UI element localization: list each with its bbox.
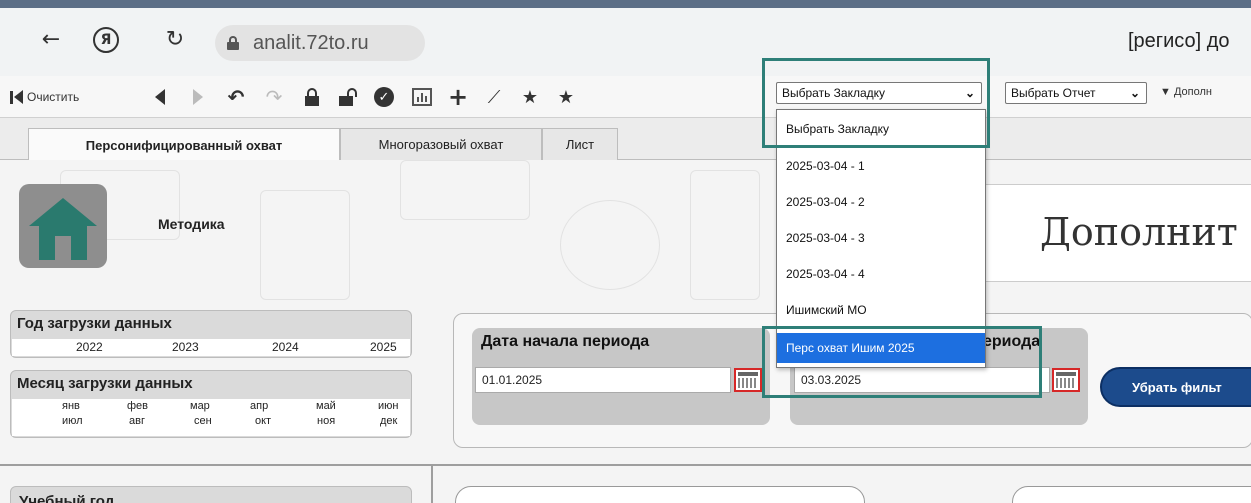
month-item[interactable]: авг	[129, 415, 145, 427]
address-bar[interactable]: analit.72to.ru	[215, 25, 425, 61]
background-doodle	[260, 190, 350, 300]
load-month-grid: янв фев мар апр май июн июл авг сен окт …	[12, 399, 410, 436]
page-title: [регисо] до	[1128, 30, 1230, 52]
check-icon[interactable]: ✓	[372, 85, 396, 109]
month-item[interactable]: июл	[62, 415, 83, 427]
address-text: analit.72to.ru	[253, 31, 369, 54]
dropdown-option[interactable]: 2025-03-04 - 4	[777, 259, 985, 289]
period-start-input[interactable]: 01.01.2025	[475, 367, 731, 393]
study-year-panel: Учебный год	[10, 486, 412, 503]
month-item[interactable]: янв	[62, 400, 80, 412]
month-item[interactable]: мар	[190, 400, 210, 412]
tab-sheet[interactable]: Лист	[542, 128, 618, 160]
background-doodle	[560, 200, 660, 290]
month-item[interactable]: май	[316, 400, 336, 412]
load-month-panel: Месяц загрузки данных янв фев мар апр ма…	[10, 370, 412, 438]
first-bar-icon	[10, 90, 13, 104]
month-item[interactable]: дек	[380, 415, 397, 427]
lock-icon	[227, 36, 239, 50]
redo-icon[interactable]: ↷	[262, 85, 286, 109]
home-icon-door	[55, 236, 71, 260]
tab-label: Многоразовый охват	[378, 137, 504, 152]
yandex-icon-letter: Я	[100, 32, 112, 48]
home-button[interactable]	[19, 184, 107, 268]
dropdown-option[interactable]: 2025-03-04 - 3	[777, 223, 985, 253]
back-icon[interactable]	[150, 85, 170, 109]
bottom-panel	[1012, 486, 1251, 503]
tab-personified-coverage[interactable]: Персонифицированный охват	[28, 128, 340, 161]
rewind-icon	[14, 90, 23, 104]
load-year-panel: Год загрузки данных 2022 2023 2024 2025	[10, 310, 412, 358]
dropdown-option[interactable]: Ишимский МО	[777, 295, 985, 325]
background-doodle	[690, 170, 760, 300]
month-item[interactable]: сен	[194, 415, 212, 427]
bookmark-list-icon[interactable]: ★	[554, 85, 578, 109]
methodology-link[interactable]: Методика	[158, 216, 225, 232]
report-select-value: Выбрать Отчет	[1011, 86, 1096, 100]
report-select[interactable]: Выбрать Отчет ⌄	[1005, 82, 1147, 104]
load-year-title: Год загрузки данных	[17, 315, 172, 332]
dropdown-option[interactable]: 2025-03-04 - 2	[777, 187, 985, 217]
year-item[interactable]: 2023	[172, 340, 199, 354]
more-button[interactable]: ▼ Дополн	[1160, 86, 1212, 98]
plus-icon[interactable]: +	[446, 83, 470, 111]
highlight-frame-bookmark-select	[762, 58, 990, 148]
study-year-title: Учебный год	[19, 493, 115, 503]
load-year-list: 2022 2023 2024 2025	[12, 339, 410, 356]
window-top-strip	[0, 0, 1251, 8]
year-item[interactable]: 2024	[272, 340, 299, 354]
clear-label: Очистить	[27, 90, 80, 104]
month-item[interactable]: апр	[250, 400, 268, 412]
chart-icon[interactable]	[410, 85, 434, 109]
clear-button[interactable]: Очистить	[10, 85, 79, 109]
bottom-panel	[455, 486, 865, 503]
section-divider	[0, 464, 1251, 466]
column-divider	[431, 464, 433, 503]
tab-label: Персонифицированный охват	[85, 137, 283, 153]
month-item[interactable]: ноя	[317, 415, 335, 427]
remove-filters-button[interactable]: Убрать фильт	[1100, 367, 1251, 407]
yandex-icon[interactable]: Я	[93, 27, 119, 53]
year-item[interactable]: 2022	[76, 340, 103, 354]
more-label: Дополн	[1173, 86, 1212, 98]
unlock-selection-icon[interactable]	[336, 85, 360, 109]
period-start-label: Дата начала периода	[481, 333, 650, 350]
chevron-down-icon: ⌄	[1129, 86, 1140, 100]
home-icon	[29, 198, 97, 226]
year-item[interactable]: 2025	[370, 340, 397, 354]
lock-selection-icon[interactable]	[300, 85, 324, 109]
forward-icon[interactable]	[188, 85, 208, 109]
background-doodle	[400, 160, 530, 220]
big-title: Дополнит	[1040, 210, 1238, 254]
load-month-title: Месяц загрузки данных	[17, 375, 193, 392]
calendar-icon[interactable]	[734, 368, 762, 392]
calendar-icon[interactable]	[1052, 368, 1080, 392]
add-bookmark-icon[interactable]: ★	[518, 85, 542, 109]
highlight-frame-selected-option	[762, 326, 1042, 398]
tab-label: Лист	[565, 137, 595, 152]
back-arrow-icon[interactable]: ←	[36, 24, 66, 54]
tab-repeated-coverage[interactable]: Многоразовый охват	[340, 128, 542, 160]
pin-icon[interactable]: ⟋	[482, 85, 506, 109]
month-item[interactable]: фев	[127, 400, 148, 412]
undo-icon[interactable]: ↶	[224, 85, 248, 109]
month-item[interactable]: окт	[255, 415, 271, 427]
month-item[interactable]: июн	[378, 400, 398, 412]
reload-icon[interactable]: ↻	[160, 24, 190, 54]
dropdown-option[interactable]: 2025-03-04 - 1	[777, 151, 985, 181]
